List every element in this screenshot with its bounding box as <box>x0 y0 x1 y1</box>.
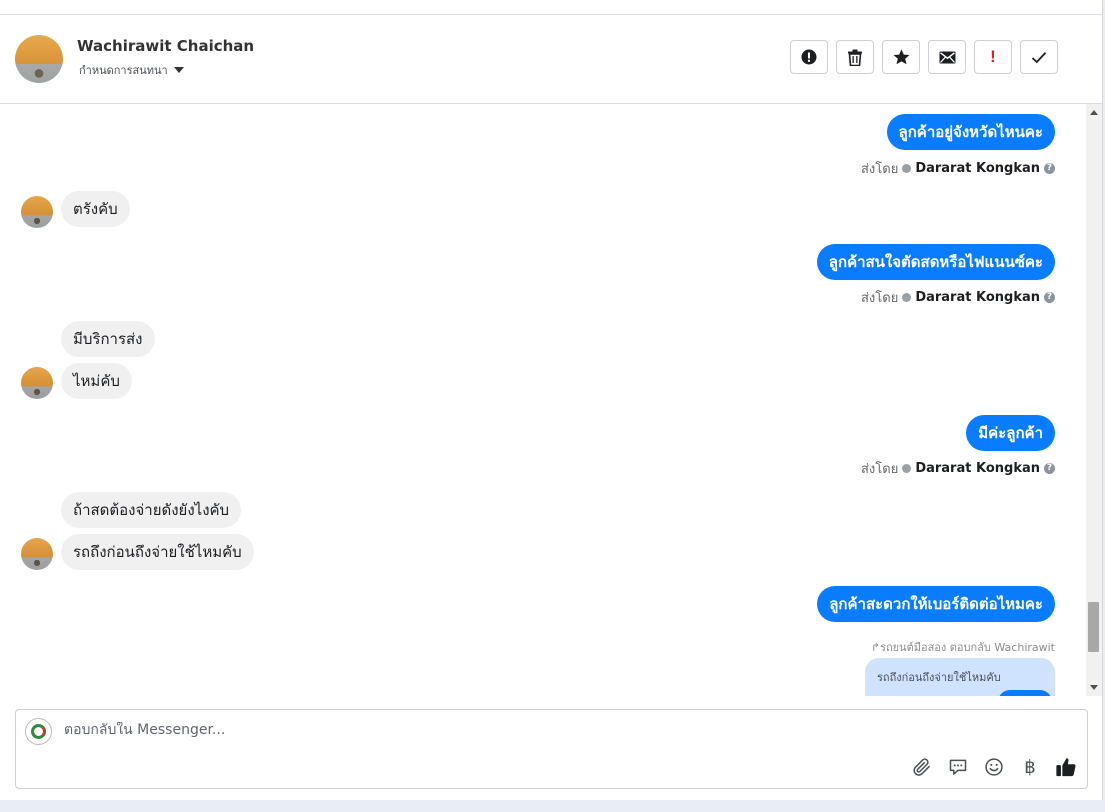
incoming-message[interactable]: ตรังคับ <box>61 191 130 227</box>
trash-icon <box>848 49 862 66</box>
contact-avatar-small[interactable] <box>21 196 53 228</box>
payment-button[interactable]: ฿ <box>1019 756 1041 778</box>
agent-name[interactable]: Dararat Kongkan <box>915 461 1040 476</box>
reply-input[interactable] <box>64 722 964 738</box>
envelope-icon <box>939 51 955 63</box>
alert-circle-icon <box>801 49 817 65</box>
follow-up-button[interactable]: ! <box>974 40 1012 74</box>
agent-name[interactable]: Dararat Kongkan <box>915 161 1040 176</box>
paperclip-icon <box>913 758 930 776</box>
inbox-conversation-panel: Wachirawit Chaichan กำหนดการสนทนา ! ลูกค… <box>0 0 1103 800</box>
outgoing-message[interactable]: ลูกค้าสะดวกให้เบอร์ติดต่อไหมคะ <box>817 586 1055 622</box>
thumbs-up-icon <box>1056 758 1076 777</box>
page-logo-avatar <box>25 718 52 745</box>
incoming-message[interactable]: รถถึงก่อนถึงจ่ายใช้ไหมคับ <box>61 534 254 570</box>
mark-spam-button[interactable] <box>790 40 828 74</box>
mark-done-button[interactable] <box>1020 40 1058 74</box>
top-strip <box>0 0 1102 15</box>
quoted-message-text: รถถึงก่อนถึงจ่ายใช้ไหมคับ <box>877 671 1001 684</box>
attach-file-button[interactable] <box>911 756 933 778</box>
sent-by-label: ส่งโดย <box>860 462 899 477</box>
contact-avatar-small[interactable] <box>21 367 53 399</box>
sent-by-label: ส่งโดย <box>860 291 899 306</box>
outgoing-message[interactable]: ลูกค้าสนใจตัดสดหรือไฟแนนซ์คะ <box>816 244 1055 280</box>
scroll-up-arrow-icon[interactable] <box>1090 110 1098 115</box>
exclamation-icon: ! <box>990 47 996 66</box>
help-icon[interactable]: ? <box>1044 463 1055 474</box>
sent-by-info: ส่งโดย Dararat Kongkan ? <box>861 287 1055 308</box>
conversation-settings-dropdown[interactable]: กำหนดการสนทนา <box>79 61 184 79</box>
incoming-message[interactable]: ถ้าสดต้องจ่ายดังยังไงคับ <box>61 492 242 528</box>
checkmark-icon <box>1031 51 1047 63</box>
outgoing-message[interactable]: มีค่ะลูกค้า <box>966 415 1055 451</box>
reply-composer: ฿ <box>15 709 1088 789</box>
baht-icon: ฿ <box>1024 756 1036 778</box>
message-thread[interactable]: ลูกค้าอยู่จังหวัดไหนคะ ส่งโดย Dararat Ko… <box>0 104 1086 696</box>
composer-actions: ฿ <box>911 756 1077 778</box>
agent-status-icon <box>902 164 912 173</box>
agent-status-icon <box>902 464 912 473</box>
conversation-settings-label: กำหนดการสนทนา <box>79 64 168 77</box>
like-button[interactable] <box>1055 756 1077 778</box>
emoji-button[interactable] <box>983 756 1005 778</box>
incoming-message[interactable]: ไหม่คับ <box>61 363 132 399</box>
contact-avatar[interactable] <box>15 35 63 83</box>
conversation-header: Wachirawit Chaichan กำหนดการสนทนา ! <box>0 15 1102 104</box>
conversation-toolbar: ! <box>790 40 1058 74</box>
reply-context-label: รถยนต์มือสอง ตอบกลับ Wachirawit <box>880 641 1055 654</box>
outgoing-message[interactable]: ลูกค้าอยู่จังหวัดไหนคะ <box>886 114 1055 150</box>
saved-replies-icon <box>949 759 967 775</box>
reply-arrow-icon: ↱ <box>870 641 881 654</box>
reply-context: ↱รถยนต์มือสอง ตอบกลับ Wachirawit <box>871 638 1055 656</box>
agent-name[interactable]: Dararat Kongkan <box>915 290 1040 305</box>
emoji-icon <box>985 758 1003 776</box>
contact-avatar-small[interactable] <box>21 538 53 570</box>
star-button[interactable] <box>882 40 920 74</box>
saved-replies-button[interactable] <box>947 756 969 778</box>
agent-status-icon <box>902 293 912 302</box>
chevron-down-icon <box>173 67 184 73</box>
help-icon[interactable]: ? <box>1044 163 1055 174</box>
outgoing-message-partial[interactable] <box>998 690 1052 696</box>
help-icon[interactable]: ? <box>1044 292 1055 303</box>
sent-by-info: ส่งโดย Dararat Kongkan ? <box>861 458 1055 479</box>
thread-scrollbar[interactable] <box>1086 104 1102 696</box>
delete-button[interactable] <box>836 40 874 74</box>
incoming-message[interactable]: มีบริการส่ง <box>61 321 155 357</box>
sent-by-label: ส่งโดย <box>860 162 899 177</box>
scroll-thumb[interactable] <box>1088 602 1099 652</box>
sent-by-info: ส่งโดย Dararat Kongkan ? <box>861 158 1055 179</box>
mark-unread-button[interactable] <box>928 40 966 74</box>
scroll-down-arrow-icon[interactable] <box>1090 685 1098 690</box>
contact-name[interactable]: Wachirawit Chaichan <box>77 37 254 55</box>
star-icon <box>893 49 909 65</box>
page-logo-mark <box>31 724 46 739</box>
